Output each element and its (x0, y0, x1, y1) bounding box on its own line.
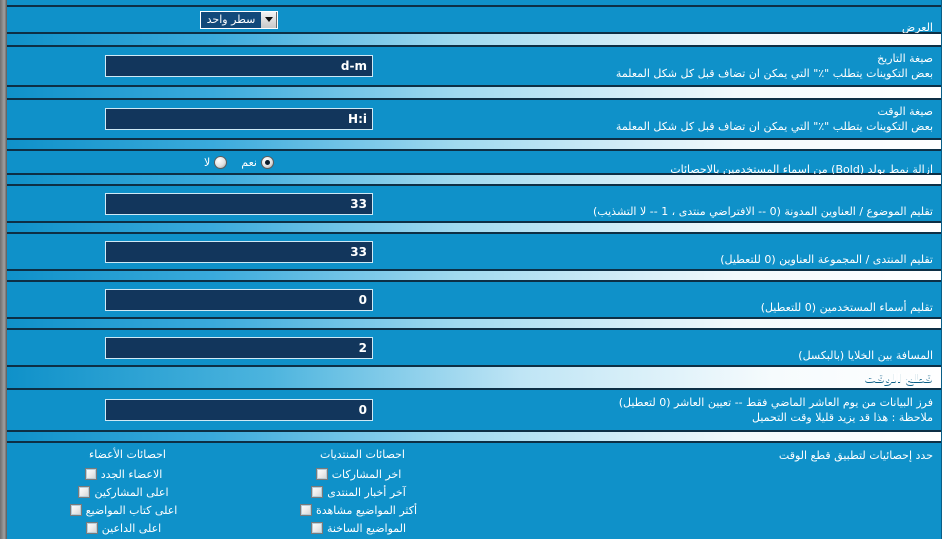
row-display-label-text: العرض (901, 20, 933, 34)
checkbox-label: المواضيع الساخنة (326, 521, 407, 535)
separator-8 (7, 431, 941, 442)
member-stats-column-header: احصائات الأعضاء (89, 448, 166, 461)
checkbox-icon[interactable] (310, 522, 323, 535)
row-trim-usernames-label-text: تقليم أسماء المستخدمين (0 للتعطيل) (760, 300, 933, 314)
checkbox-icon[interactable] (84, 468, 97, 481)
checkbox-label: اعلى المشاركين (94, 485, 169, 499)
row-display: العرض سطر واحد (7, 6, 941, 34)
row-remove-bold: ازالة نمط بولد (Bold) من اسماء المستخدمي… (7, 150, 941, 176)
row-time-format-control (7, 104, 471, 134)
remove-bold-radio-no[interactable]: لا (204, 155, 228, 169)
checkbox-label: اعلى الداعين (101, 521, 162, 535)
row-remove-bold-control: نعم لا (7, 152, 471, 173)
trim-usernames-input[interactable] (105, 288, 373, 311)
stats-cutoff-selection-label-text: حدد إحصائيات لتطبيق قطع الوقت (778, 449, 933, 462)
checkbox-item-most-viewed-threads[interactable]: أكثر المواضيع مشاهدة (236, 502, 471, 518)
checkbox-item-top-posters[interactable]: اعلى المشاركين (1, 484, 236, 500)
row-cutoff-days-note: ملاحظة : هذا قد يزيد قليلا وقت التحميل (752, 411, 933, 424)
row-cutoff-days-control (7, 395, 471, 425)
separator-5 (7, 222, 941, 233)
row-display-control: سطر واحد (7, 7, 471, 33)
cutoff-days-input[interactable] (105, 399, 373, 421)
row-date-format: صيغة التاريخ بعض التكوينات يتطلب "٪" الت… (7, 46, 941, 86)
row-trim-forum-titles-label-text: تقليم المنتدى / المجموعة العناوين (0 للت… (720, 252, 933, 266)
settings-sheet: العرض سطر واحد صيغة التاريخ بعض التكوينا… (7, 0, 942, 539)
row-date-format-label-text: صيغة التاريخ (877, 52, 933, 65)
forum-stats-column-header: احصائات المنتديات (320, 448, 405, 461)
stats-cutoff-selection: حدد إحصائيات لتطبيق قطع الوقت احصائات ال… (7, 442, 941, 539)
row-cell-spacing: المسافة بين الخلايا (بالبكسل) (7, 329, 941, 366)
row-time-format-hint: بعض التكوينات يتطلب "٪" التي يمكن ان تضا… (615, 120, 933, 133)
row-trim-usernames-control (7, 285, 471, 315)
row-trim-topic-titles: تقليم الموضوع / العناوين المدونة (0 -- ا… (7, 185, 941, 222)
row-cell-spacing-control (7, 333, 471, 363)
row-cell-spacing-label-text: المسافة بين الخلايا (بالبكسل) (798, 348, 933, 362)
display-mode-select-value: سطر واحد (200, 11, 262, 28)
row-trim-topic-titles-label: تقليم الموضوع / العناوين المدونة (0 -- ا… (471, 186, 941, 222)
stats-cutoff-selection-label: حدد إحصائيات لتطبيق قطع الوقت (471, 447, 941, 539)
row-trim-topic-titles-label-text: تقليم الموضوع / العناوين المدونة (0 -- ا… (593, 204, 933, 218)
remove-bold-radio-yes-label: نعم (241, 155, 257, 169)
checkbox-label: آخر أخبار المنتدى (327, 485, 406, 499)
remove-bold-radio-group: نعم لا (204, 155, 274, 169)
date-format-input[interactable] (105, 55, 373, 77)
separator-4 (7, 174, 941, 185)
row-time-format: صيغة الوقت بعض التكوينات يتطلب "٪" التي … (7, 99, 941, 139)
row-trim-forum-titles-control (7, 237, 471, 267)
row-trim-topic-titles-control (7, 189, 471, 219)
member-stats-column: احصائات الأعضاء الاعضاء الجدد اعلى المشا… (1, 447, 236, 539)
row-cell-spacing-label: المسافة بين الخلايا (بالبكسل) (471, 330, 941, 366)
checkbox-item-top-referrers[interactable]: اعلى الداعين (1, 520, 236, 536)
trim-topic-titles-input[interactable] (105, 192, 373, 215)
separator-6 (7, 270, 941, 281)
row-trim-usernames-label: تقليم أسماء المستخدمين (0 للتعطيل) (471, 282, 941, 318)
checkbox-icon[interactable] (315, 468, 328, 481)
chevron-down-icon[interactable] (261, 11, 278, 28)
row-time-format-label-text: صيغة الوقت (877, 105, 933, 118)
display-mode-select[interactable]: سطر واحد (199, 10, 279, 29)
time-format-input[interactable] (105, 108, 373, 130)
radio-unselected-icon[interactable] (214, 155, 228, 169)
row-date-format-hint: بعض التكوينات يتطلب "٪" التي يمكن ان تضا… (615, 67, 933, 80)
remove-bold-radio-yes[interactable]: نعم (241, 155, 274, 169)
checkbox-item-hot-threads[interactable]: المواضيع الساخنة (236, 520, 471, 536)
forum-stats-column: احصائات المنتديات اخر المشاركات آخر أخبا… (236, 447, 471, 539)
cell-spacing-input[interactable] (105, 336, 373, 359)
remove-bold-radio-no-label: لا (204, 155, 211, 169)
checkbox-label: الاعضاء الجدد (100, 467, 163, 481)
row-trim-usernames: تقليم أسماء المستخدمين (0 للتعطيل) (7, 281, 941, 318)
checkbox-icon[interactable] (69, 504, 82, 517)
checkbox-icon[interactable] (85, 522, 98, 535)
settings-page: العرض سطر واحد صيغة التاريخ بعض التكوينا… (0, 0, 942, 539)
checkbox-icon[interactable] (299, 504, 312, 517)
checkbox-label: اخر المشاركات (331, 467, 402, 481)
checkbox-label: أكثر المواضيع مشاهدة (315, 503, 418, 517)
checkbox-item-latest-forum-news[interactable]: آخر أخبار المنتدى (236, 484, 471, 500)
checkbox-icon[interactable] (311, 486, 324, 499)
checkbox-item-new-members[interactable]: الاعضاء الجدد (1, 466, 236, 482)
row-cutoff-days: فرز البيانات من يوم العاشر الماضي فقط --… (7, 389, 941, 431)
checkbox-item-latest-posts[interactable]: اخر المشاركات (236, 466, 471, 482)
page-left-gutter (0, 0, 7, 539)
separator-7 (7, 318, 941, 329)
trim-forum-titles-input[interactable] (105, 240, 373, 263)
checkbox-label: اعلى كتاب المواضيع (85, 503, 178, 517)
radio-selected-icon[interactable] (261, 155, 274, 169)
checkbox-icon[interactable] (78, 486, 91, 499)
checkbox-item-top-thread-starters[interactable]: اعلى كتاب المواضيع (1, 502, 236, 518)
row-date-format-control (7, 51, 471, 81)
row-trim-forum-titles: تقليم المنتدى / المجموعة العناوين (0 للت… (7, 233, 941, 270)
row-trim-forum-titles-label: تقليم المنتدى / المجموعة العناوين (0 للت… (471, 234, 941, 270)
row-cutoff-days-label-text: فرز البيانات من يوم العاشر الماضي فقط --… (618, 396, 933, 409)
